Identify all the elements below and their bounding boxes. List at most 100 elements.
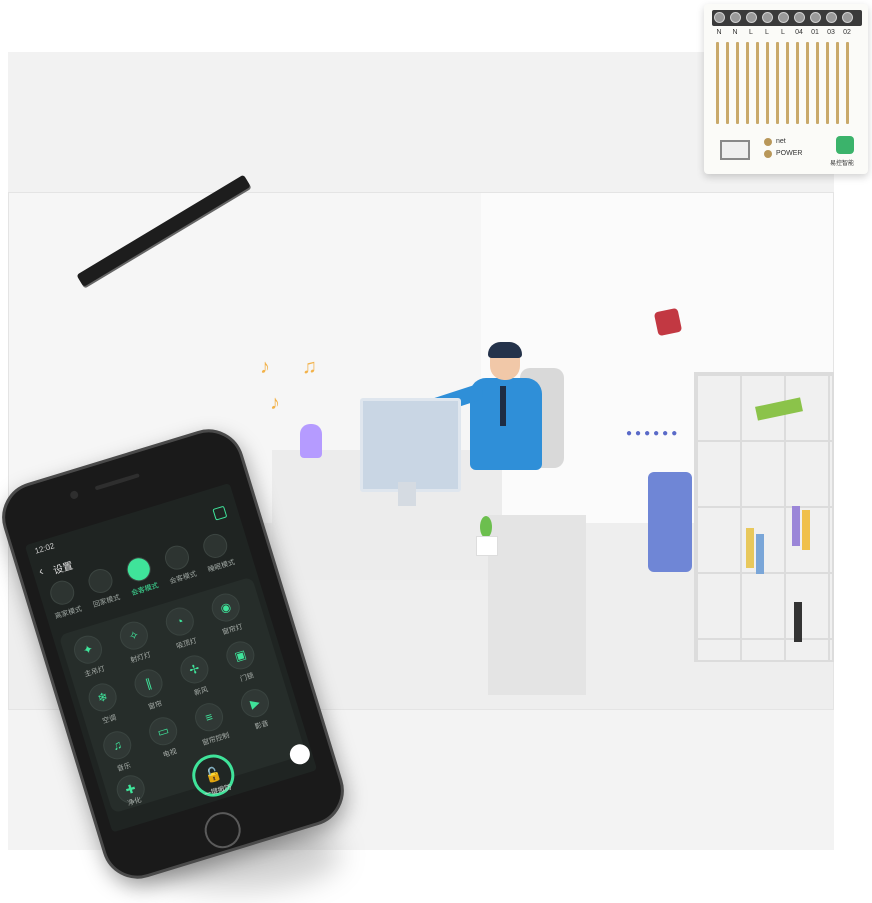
vent-slot	[836, 42, 839, 124]
vent-slot	[716, 42, 719, 124]
earpiece	[94, 473, 140, 491]
music-note-icon: ♪	[270, 392, 280, 414]
screw-terminal	[794, 12, 805, 23]
media-icon[interactable]: ▶	[237, 685, 273, 721]
wall-sensor	[653, 307, 683, 337]
light-icon[interactable]: ✦	[70, 632, 106, 668]
book	[746, 528, 754, 568]
vent-slot	[746, 42, 749, 124]
terminal-label: N	[732, 29, 738, 36]
screen-title: 设置	[52, 560, 75, 578]
vent-slot	[756, 42, 759, 124]
power-led-label: POWER	[776, 150, 803, 157]
terminal-label: L	[781, 29, 785, 36]
terminal-label: N	[716, 29, 722, 36]
screw-terminal	[842, 12, 853, 23]
book	[794, 602, 802, 642]
ac-icon[interactable]: ❄	[85, 679, 121, 715]
net-led-label: net	[776, 138, 786, 145]
terminal-label: L	[765, 29, 769, 36]
network-port	[720, 140, 750, 160]
screw-terminal	[730, 12, 741, 23]
vent-slot	[846, 42, 849, 124]
screw-terminal	[746, 12, 757, 23]
screw-terminal	[714, 12, 725, 23]
vent-slot	[736, 42, 739, 124]
terminal-label: 01	[811, 29, 819, 36]
terminal-label: 03	[827, 29, 835, 36]
tv-icon[interactable]: ▭	[145, 713, 181, 749]
book	[792, 506, 800, 546]
device-label: 窗帘灯	[221, 623, 244, 637]
lock-icon[interactable]: ▣	[222, 637, 258, 673]
vent-slot	[786, 42, 789, 124]
lamp-icon[interactable]: ◉	[208, 590, 244, 626]
music-note-icon: ♪	[260, 356, 270, 378]
scene-mode-button[interactable]	[47, 577, 78, 608]
screw-terminal	[826, 12, 837, 23]
book	[756, 534, 764, 574]
person-hair	[488, 342, 522, 358]
spotlight-icon[interactable]: ✧	[116, 618, 152, 654]
back-chevron-icon[interactable]: ‹	[37, 564, 45, 579]
device-label: 空调	[101, 714, 118, 726]
air-purifier	[648, 472, 692, 572]
edit-icon[interactable]	[212, 505, 228, 521]
brand-name: 易控智能	[830, 161, 855, 167]
plant-leaf	[480, 516, 492, 538]
power-led-icon	[764, 150, 772, 158]
sensor-dots-icon: ●●●●●●	[626, 428, 681, 439]
desktop-monitor	[360, 398, 461, 492]
status-time: 12:02	[33, 541, 56, 556]
vent-slot	[766, 42, 769, 124]
terminal-block	[712, 10, 862, 26]
smart-speaker	[300, 424, 322, 458]
music-note-icon: ♫	[302, 356, 317, 378]
screw-terminal	[778, 12, 789, 23]
scene-mode-button[interactable]	[85, 566, 116, 596]
vent-slot	[816, 42, 819, 124]
ceiling-icon[interactable]: ◔	[162, 604, 198, 640]
book	[802, 510, 810, 550]
scene-mode-label: 会客模式	[130, 582, 160, 598]
terminal-label: L	[749, 29, 753, 36]
vent-slot	[726, 42, 729, 124]
device-label: 窗帘	[147, 700, 164, 712]
screw-terminal	[762, 12, 773, 23]
device-label: 电视	[162, 748, 178, 760]
scene-mode-button[interactable]	[162, 542, 192, 573]
scene-mode-label: 回家模式	[92, 594, 122, 610]
device-label: 影音	[254, 720, 270, 732]
device-label: 吸顶灯	[175, 637, 198, 651]
control-module: N N L L L 04 01 03 02 net POWER 易控智能	[704, 4, 868, 174]
terminal-label: 02	[843, 29, 851, 36]
music-icon[interactable]: ♫	[99, 727, 135, 763]
device-label: 门锁	[239, 672, 255, 684]
device-label: 新风	[193, 686, 210, 698]
plant-pot	[476, 536, 498, 556]
brand-logo-icon	[836, 136, 854, 154]
vent-slot	[826, 42, 829, 124]
scene-mode-label: 会客模式	[168, 570, 198, 586]
monitor-stand	[398, 482, 416, 506]
scene-mode-button[interactable]	[200, 530, 231, 561]
blind-icon[interactable]: ≡	[191, 699, 227, 735]
net-led-icon	[764, 138, 772, 146]
scene-mode-button-active[interactable]	[123, 554, 154, 585]
device-label: 主吊灯	[83, 665, 106, 679]
vent-slot	[776, 42, 779, 124]
device-label: 射灯灯	[129, 651, 152, 665]
screw-terminal	[810, 12, 821, 23]
front-camera	[69, 489, 80, 500]
fan-icon[interactable]: ✢	[176, 651, 212, 687]
scene-mode-label: 睡眠模式	[207, 559, 236, 574]
vent-slot	[806, 42, 809, 124]
device-label: 音乐	[116, 762, 132, 774]
terminal-label: 04	[795, 29, 803, 36]
device-label: 窗帘控制	[201, 732, 231, 748]
home-button[interactable]	[200, 807, 246, 853]
desk-leg	[488, 515, 586, 695]
scene-mode-label: 离家模式	[54, 605, 83, 621]
vent-slot	[796, 42, 799, 124]
curtain-icon[interactable]: ∥	[131, 665, 167, 701]
